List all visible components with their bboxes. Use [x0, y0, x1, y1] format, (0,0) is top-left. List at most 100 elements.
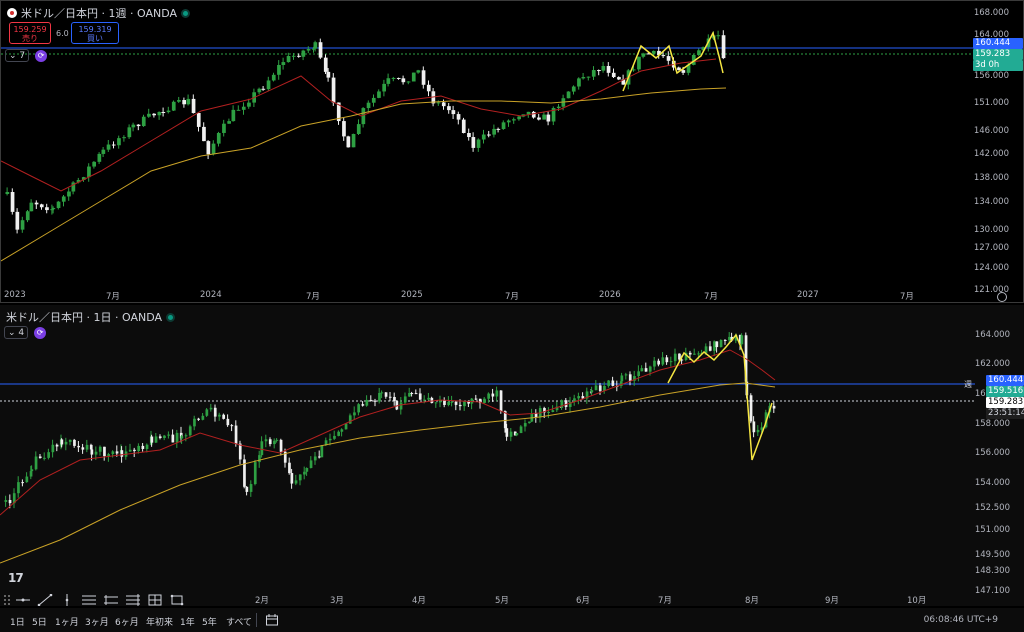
candle	[681, 70, 686, 73]
candle	[537, 117, 541, 120]
candle	[506, 120, 511, 123]
y-axis-tick-label: 156.000	[973, 71, 1009, 81]
candle	[481, 134, 486, 140]
candle	[268, 439, 272, 445]
candle	[337, 431, 340, 436]
weekly-symbol-legend[interactable]: 米ドル／日本円 · 1週 · OANDA	[7, 5, 190, 21]
candle	[171, 434, 175, 443]
vertical-line-tool-icon[interactable]	[58, 593, 76, 607]
timeframe-1y-button[interactable]: 1年	[180, 615, 195, 628]
buy-label: 買い	[87, 34, 103, 43]
indicator-toggle-row[interactable]: ⌄ 7 ⟳	[5, 49, 48, 62]
y-axis-tick-label: 138.000	[973, 173, 1009, 183]
measure-tool-icon[interactable]	[146, 593, 164, 607]
candle	[721, 35, 726, 59]
sync-icon[interactable]: ⟳	[34, 326, 47, 339]
gear-icon[interactable]	[997, 292, 1007, 302]
sell-button[interactable]: 159.259 売り	[9, 22, 51, 44]
candle	[29, 471, 33, 477]
candle	[202, 126, 206, 142]
candle	[591, 70, 596, 77]
candle	[401, 78, 406, 83]
candle	[443, 400, 446, 405]
weekly-candle-chart[interactable]	[1, 1, 1023, 302]
candle	[669, 361, 673, 363]
timeframe-5y-button[interactable]: 5年	[202, 615, 217, 628]
sync-icon[interactable]: ⟳	[35, 49, 48, 62]
candle	[607, 380, 610, 386]
trend-line-tool-icon[interactable]	[36, 593, 54, 607]
candle	[197, 418, 200, 420]
weekly-chart-pane[interactable]: 米ドル／日本円 · 1週 · OANDA 159.259 売り 6.0 159.…	[0, 0, 1024, 303]
candle	[697, 50, 701, 55]
y-axis-tick-label: 156.000	[974, 448, 1010, 458]
x-axis-tick-label: 7月	[306, 292, 320, 302]
candle	[606, 66, 611, 73]
tradingview-logo: 17	[8, 571, 24, 585]
daily-price-axis[interactable]: 164.000162.000160.000158.000156.000154.0…	[974, 305, 1024, 606]
weekly-time-axis[interactable]: 2023 7月 2024 7月 2025 7月 2026 7月 2027 7月	[1, 290, 971, 302]
x-axis-tick-label: 2025	[401, 290, 423, 300]
candle	[523, 423, 527, 427]
candle	[373, 400, 377, 402]
timeframe-1m-button[interactable]: 1ヶ月	[55, 615, 79, 628]
daily-candle-chart[interactable]	[0, 305, 1024, 606]
candle	[495, 390, 499, 397]
candle	[21, 482, 24, 484]
candle	[611, 380, 615, 386]
buy-price: 159.319	[78, 25, 112, 34]
y-axis-tick-label: 130.000	[973, 225, 1009, 235]
candle	[279, 439, 283, 452]
candle	[637, 371, 640, 377]
fib-tool-icon[interactable]	[80, 593, 98, 607]
y-axis-tick-label: 124.000	[973, 263, 1009, 273]
candle	[414, 393, 418, 395]
pattern-tool-icon[interactable]	[124, 593, 142, 607]
candle	[20, 220, 25, 230]
candle	[391, 77, 396, 79]
timeframe-6m-button[interactable]: 6ヶ月	[115, 615, 139, 628]
x-axis-tick-label: 6月	[576, 596, 590, 606]
drawing-toolbar[interactable]	[4, 592, 186, 608]
indicator-collapse-button[interactable]: ⌄ 7	[5, 49, 30, 62]
candle	[271, 74, 276, 81]
candle	[384, 392, 388, 397]
candle	[631, 69, 636, 71]
moving-average-slow	[0, 382, 776, 564]
frame-tool-icon[interactable]	[168, 593, 186, 607]
indicator-collapse-button[interactable]: ⌄ 4	[4, 326, 29, 339]
candle	[331, 77, 336, 103]
candle	[275, 439, 279, 441]
x-axis-tick-label: 7月	[505, 292, 519, 302]
daily-chart-pane[interactable]: 米ドル／日本円 · 1日 · OANDA ⌄ 4 ⟳ 164.000 162.00…	[0, 305, 1024, 606]
candle	[117, 138, 121, 146]
clock-readout[interactable]: 06:08:46 UTC+9	[924, 615, 998, 625]
candle	[333, 435, 336, 439]
y-axis-tick-label: 162.000	[974, 359, 1010, 369]
timeframe-1d-button[interactable]: 1日	[10, 615, 25, 628]
timeframe-all-button[interactable]: すべて	[226, 615, 252, 628]
candle	[728, 336, 731, 341]
candle	[193, 418, 196, 427]
candle	[303, 471, 306, 475]
timeframe-ytd-button[interactable]: 年初来	[146, 615, 173, 628]
channel-tool-icon[interactable]	[102, 593, 120, 607]
candle	[611, 72, 616, 78]
candle	[410, 392, 414, 394]
toolbar-grip-handle[interactable]	[4, 595, 10, 605]
candle	[515, 433, 519, 436]
calendar-range-icon[interactable]	[265, 613, 279, 630]
candle	[34, 456, 38, 470]
candle	[399, 402, 403, 410]
indicator-toggle-row[interactable]: ⌄ 4 ⟳	[4, 326, 47, 339]
sell-label: 売り	[22, 34, 38, 43]
timeframe-3m-button[interactable]: 3ヶ月	[85, 615, 109, 628]
candle	[471, 137, 476, 148]
buy-button[interactable]: 159.319 買い	[71, 22, 119, 44]
candle	[85, 444, 89, 450]
candle	[111, 451, 115, 455]
daily-symbol-legend[interactable]: 米ドル／日本円 · 1日 · OANDA	[6, 309, 175, 325]
candle	[356, 124, 361, 134]
crosshair-line-tool-icon[interactable]	[14, 593, 32, 607]
timeframe-5d-button[interactable]: 5日	[32, 615, 47, 628]
